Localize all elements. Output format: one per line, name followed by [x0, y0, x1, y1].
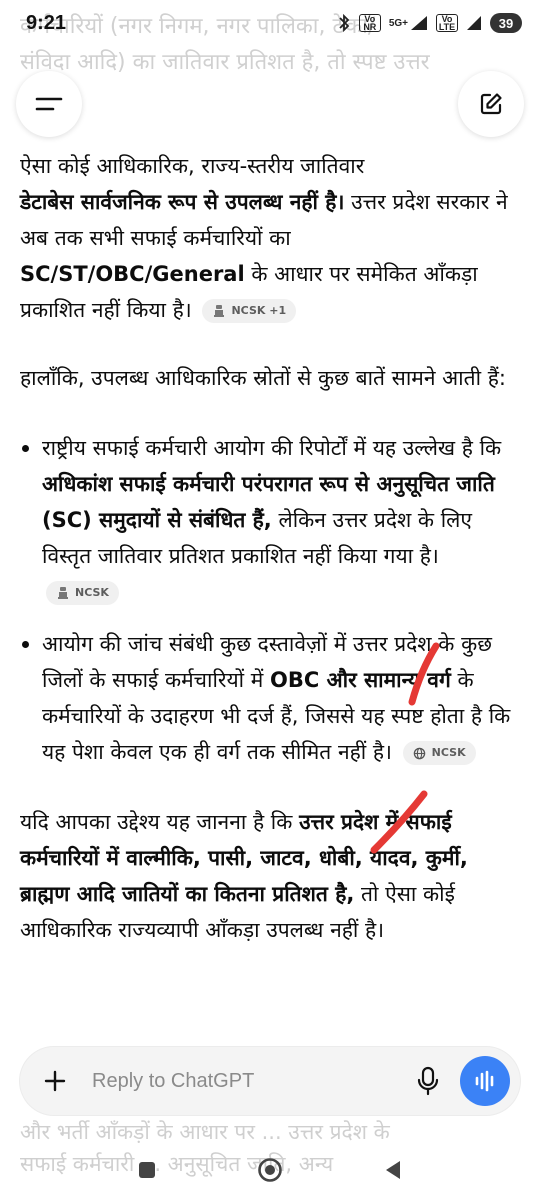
back-icon — [386, 1161, 400, 1179]
volte-nr-icon: Vo NR — [358, 14, 381, 32]
assistant-message: ऐसा कोई आधिकारिक, राज्य-स्तरीय जातिवार ड… — [20, 148, 520, 948]
list-item: आयोग की जांच संबंधी कुछ दस्तावेज़ों में … — [20, 626, 520, 770]
signal-icon: 5G+ — [389, 15, 428, 31]
voice-mode-button[interactable] — [460, 1056, 510, 1106]
emblem-icon — [212, 304, 226, 318]
emblem-icon — [56, 586, 70, 600]
battery-indicator: 39 — [490, 13, 522, 33]
citation-chip[interactable]: NCSK +1 — [202, 299, 297, 323]
top-bar — [16, 70, 524, 138]
network-type: 5G+ — [388, 17, 408, 29]
new-chat-button[interactable] — [458, 71, 524, 137]
message-paragraph-3: यदि आपका उद्देश्य यह जानना है कि उत्तर प… — [20, 810, 468, 942]
bluetooth-icon — [337, 13, 351, 33]
home-button[interactable] — [257, 1157, 283, 1187]
message-paragraph-1: ऐसा कोई आधिकारिक, राज्य-स्तरीय जातिवार ड… — [20, 154, 508, 323]
signal-icon-2 — [466, 15, 482, 31]
status-time: 9:21 — [26, 11, 67, 34]
attach-button[interactable] — [40, 1066, 70, 1096]
citation-chip[interactable]: NCSK — [46, 581, 119, 605]
menu-button[interactable] — [16, 71, 82, 137]
message-paragraph-2: हालाँकि, उपलब्ध आधिकारिक स्रोतों से कुछ … — [20, 366, 506, 390]
plus-icon — [44, 1070, 66, 1092]
system-nav-bar — [0, 1144, 540, 1200]
dictate-button[interactable] — [408, 1061, 448, 1101]
message-composer: Reply to ChatGPT — [20, 1047, 520, 1115]
background-text-line: और भर्ती आँकड़ों के आधार पर ... उत्तर प्… — [20, 1120, 390, 1144]
bullet-list: राष्ट्रीय सफाई कर्मचारी आयोग की रिपोर्टो… — [20, 430, 520, 770]
status-icons: Vo NR 5G+ Vo LTE 39 — [337, 13, 522, 33]
home-icon — [258, 1158, 282, 1182]
citation-chip[interactable]: NCSK — [402, 741, 476, 765]
list-item: राष्ट्रीय सफाई कर्मचारी आयोग की रिपोर्टो… — [20, 430, 520, 610]
reply-input[interactable]: Reply to ChatGPT — [92, 1070, 408, 1093]
edit-icon — [480, 93, 502, 115]
waveform-icon — [475, 1070, 494, 1092]
microphone-icon — [417, 1066, 439, 1096]
recents-icon — [139, 1162, 155, 1178]
globe-icon — [413, 746, 427, 760]
recents-button[interactable] — [137, 1160, 157, 1184]
volte-lte-icon: Vo LTE — [436, 14, 458, 32]
status-bar: 9:21 Vo NR 5G+ Vo LTE 39 — [0, 0, 540, 46]
back-button[interactable] — [383, 1159, 403, 1185]
menu-icon — [35, 97, 63, 111]
